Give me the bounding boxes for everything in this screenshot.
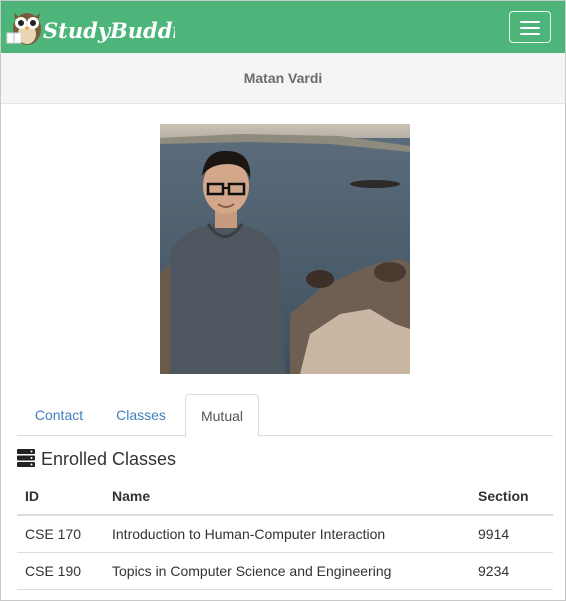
hamburger-icon-bar [520, 33, 540, 35]
tab-mutual[interactable]: Mutual [185, 394, 259, 437]
profile-photo [160, 124, 410, 374]
class-section: 9234 [470, 552, 553, 590]
column-header-id: ID [17, 477, 104, 516]
studybuddies-logo[interactable]: StudyBuddies [5, 5, 175, 51]
hamburger-icon [520, 21, 540, 23]
section-title-text: Enrolled Classes [41, 449, 177, 469]
column-header-name: Name [104, 477, 470, 516]
brand-text: StudyBuddies [43, 18, 175, 43]
class-section: 9914 [470, 515, 553, 553]
profile-name-header: Matan Vardi [1, 53, 565, 104]
table-header-row: ID Name Section [17, 477, 553, 516]
app-frame: StudyBuddies Matan Vardi [0, 0, 566, 601]
class-id: CSE 170 [17, 515, 104, 553]
server-stack-icon [17, 449, 35, 467]
tab-contact[interactable]: Contact [17, 394, 101, 436]
owl-icon [6, 13, 41, 45]
class-name: Topics in Computer Science and Engineeri… [104, 552, 470, 590]
hamburger-icon-bar [520, 27, 540, 29]
profile-name: Matan Vardi [243, 70, 323, 86]
navbar: StudyBuddies [1, 1, 565, 53]
menu-toggle-button[interactable] [509, 11, 551, 43]
table-row[interactable]: CSE 190 Topics in Computer Science and E… [17, 552, 553, 590]
enrolled-classes-table: ID Name Section CSE 170 Introduction to … [17, 477, 553, 590]
table-row[interactable]: CSE 170 Introduction to Human-Computer I… [17, 515, 553, 553]
profile-tabs: Contact Classes Mutual [17, 394, 553, 437]
tab-classes[interactable]: Classes [101, 394, 181, 436]
class-id: CSE 190 [17, 552, 104, 590]
column-header-section: Section [470, 477, 553, 516]
class-name: Introduction to Human-Computer Interacti… [104, 515, 470, 553]
